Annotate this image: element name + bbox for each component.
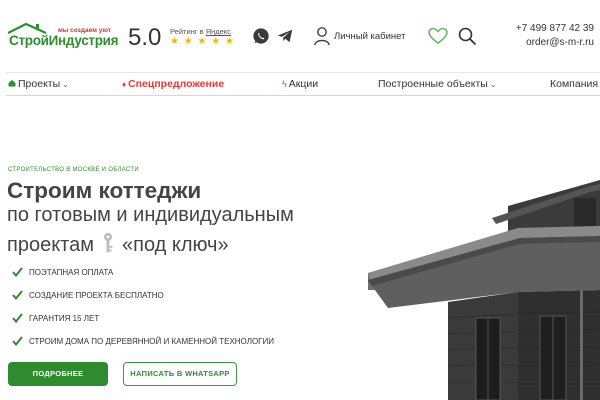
phone-link[interactable]: +7 499 877 42 39 (516, 23, 594, 34)
hero-eyebrow: СТРОИТЕЛЬСТВО В МОСКВЕ И ОБЛАСТИ (8, 167, 139, 173)
user-icon (314, 27, 330, 46)
nav-label-company: Компания (550, 78, 599, 90)
house-image (368, 180, 600, 400)
hero-subtitle-line1: по готовым и индивидуальным (7, 204, 294, 226)
key-icon (103, 233, 113, 253)
house-icon (8, 80, 16, 87)
lightning-icon: ϟ (282, 79, 287, 89)
rating-source-link[interactable]: Яндекс (206, 27, 231, 36)
fire-icon: ♦ (122, 80, 127, 89)
check-icon (12, 336, 23, 346)
feature-item: СОЗДАНИЕ ПРОЕКТА БЕСПЛАТНО (12, 290, 312, 302)
logo-name: СтройИндустрия (9, 33, 119, 48)
hero-subtitle-start: проектам (7, 234, 94, 256)
nav-item-built-objects[interactable]: Построенные объекты ⌄ (378, 78, 497, 90)
chevron-down-icon: ⌄ (489, 80, 497, 89)
site-header: мы создаем уют СтройИндустрия 5.0 Рейтин… (0, 0, 600, 68)
feature-text: СТРОИМ ДОМА ПО ДЕРЕВЯННОЙ И КАМЕННОЙ ТЕХ… (29, 337, 274, 346)
nav-label-projects: Проекты (18, 78, 61, 90)
check-icon (12, 313, 23, 323)
check-icon (12, 290, 23, 300)
nav-item-special-offer[interactable]: ♦ Спецпредложение (122, 78, 224, 90)
feature-item: ГАРАНТИЯ 15 ЛЕТ (12, 313, 312, 325)
logo[interactable]: мы создаем уют СтройИндустрия (6, 22, 119, 52)
nav-label-built-objects: Построенные объекты (378, 78, 488, 90)
feature-text: ПОЭТАПНАЯ ОПЛАТА (29, 268, 114, 277)
nav-label-special-offer: Спецпредложение (128, 78, 225, 90)
nav-item-promotions[interactable]: ϟ Акции (282, 78, 318, 90)
check-icon (12, 267, 23, 277)
feature-item: ПОЭТАПНАЯ ОПЛАТА (12, 267, 312, 279)
rating-value: 5.0 (128, 24, 162, 51)
feature-text: ГАРАНТИЯ 15 ЛЕТ (29, 314, 100, 323)
hero-title: Строим коттеджи (7, 178, 202, 203)
whatsapp-button[interactable]: НАПИСАТЬ В WHATSAPP (123, 362, 237, 386)
heart-icon[interactable] (428, 27, 448, 45)
email-link[interactable]: order@s-m-r.ru (526, 37, 594, 48)
more-button[interactable]: ПОДРОБНЕЕ (8, 362, 108, 386)
account-label: Личный кабинет (334, 31, 406, 42)
main-nav: Проекты ⌄ ♦ Спецпредложение ϟ Акции Построе… (6, 72, 600, 96)
nav-label-promotions: Акции (288, 78, 319, 90)
search-icon[interactable] (457, 26, 477, 46)
telegram-icon[interactable] (276, 27, 294, 45)
nav-item-projects[interactable]: Проекты ⌄ (8, 78, 69, 90)
feature-text: СОЗДАНИЕ ПРОЕКТА БЕСПЛАТНО (29, 291, 164, 300)
yandex-rating[interactable]: 5.0 Рейтинг в Яндекс ★ ★ ★ ★ ★ (128, 25, 238, 53)
hero-subtitle-end: «под ключ» (121, 234, 229, 256)
nav-item-company[interactable]: Компания (550, 78, 598, 90)
rating-stars: ★ ★ ★ ★ ★ (170, 36, 235, 47)
rating-label: Рейтинг в Яндекс (170, 27, 231, 36)
chevron-down-icon: ⌄ (62, 80, 69, 89)
feature-item: СТРОИМ ДОМА ПО ДЕРЕВЯННОЙ И КАМЕННОЙ ТЕХ… (12, 336, 312, 348)
whatsapp-icon[interactable] (252, 27, 270, 45)
rating-label-prefix: Рейтинг в (170, 27, 206, 36)
hero-subtitle-line2: проектам «под ключ» (7, 232, 229, 257)
